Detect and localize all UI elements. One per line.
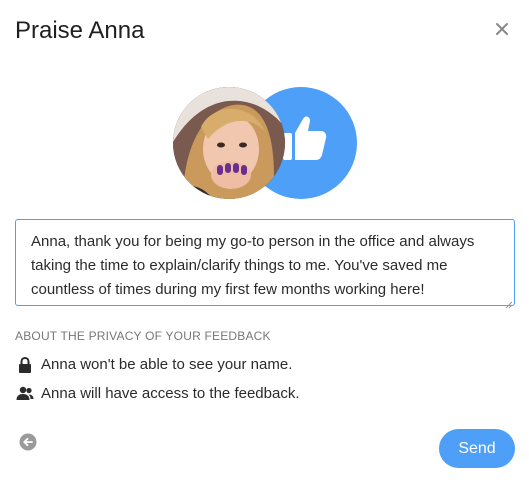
dialog-title: Praise Anna — [15, 17, 145, 44]
privacy-heading: ABOUT THE PRIVACY OF YOUR FEEDBACK — [15, 329, 271, 343]
people-icon — [16, 386, 34, 402]
feedback-textarea[interactable]: Anna, thank you for being my go-to perso… — [15, 219, 515, 306]
privacy-item-text: Anna will have access to the feedback. — [41, 385, 300, 402]
privacy-item-access: Anna will have access to the feedback. — [16, 385, 300, 402]
resize-handle-icon[interactable] — [505, 296, 513, 314]
praise-dialog: Praise Anna Anna, thank you for being my… — [0, 0, 529, 484]
back-arrow-icon[interactable] — [19, 433, 37, 451]
privacy-item-anonymous: Anna won't be able to see your name. — [16, 356, 292, 373]
privacy-item-text: Anna won't be able to see your name. — [41, 356, 293, 373]
avatar — [173, 87, 285, 199]
lock-icon — [16, 356, 34, 373]
close-icon[interactable] — [494, 21, 510, 37]
send-button[interactable]: Send — [439, 429, 515, 468]
